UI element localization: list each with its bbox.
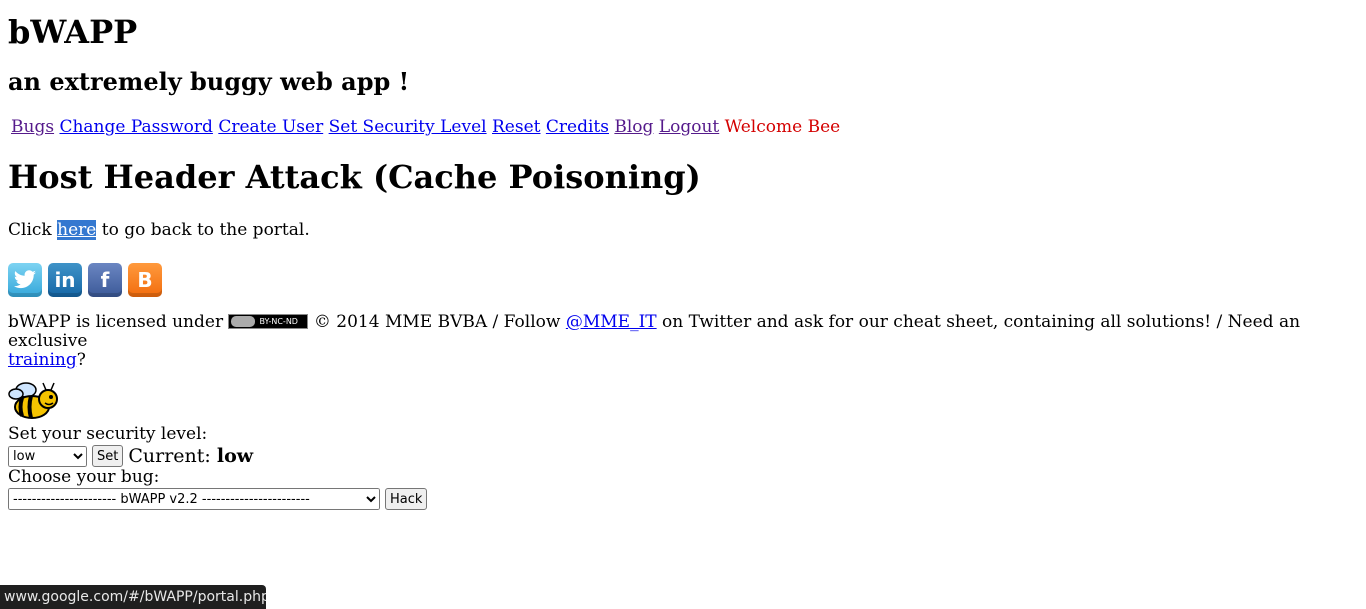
menu-credits[interactable]: Credits (546, 117, 609, 137)
cc-icon (231, 316, 256, 327)
here-link[interactable]: here (57, 220, 97, 240)
cc-license-badge[interactable]: BY-NC-ND (228, 314, 309, 329)
license-text: bWAPP is licensed under BY-NC-ND © 2014 … (8, 313, 1358, 370)
menu-blog[interactable]: Blog (614, 117, 653, 137)
back-suffix: to go back to the portal. (101, 220, 310, 240)
choose-bug-label: Choose your bug: (8, 467, 160, 487)
twitter-icon[interactable] (8, 263, 42, 297)
social-links: in f B (8, 263, 1358, 299)
question-mark: ? (76, 350, 86, 370)
blogger-icon[interactable]: B (128, 263, 162, 297)
security-level-label: Set your security level: (8, 424, 208, 444)
security-level-select[interactable]: low (8, 445, 87, 467)
menu-reset[interactable]: Reset (492, 117, 540, 137)
current-level: Current: low (128, 444, 254, 467)
current-label: Current: (128, 444, 211, 467)
welcome-text: Welcome Bee (724, 117, 841, 137)
page: bWAPP an extremely buggy web app ! Bugs … (0, 0, 1366, 510)
set-button[interactable]: Set (92, 445, 124, 467)
menu-logout[interactable]: Logout (659, 117, 719, 137)
menu-set-security-level[interactable]: Set Security Level (329, 117, 487, 137)
security-form: Set your security level: low Set Current… (8, 424, 1358, 510)
cc-badge-text: BY-NC-ND (259, 317, 298, 326)
facebook-icon[interactable]: f (88, 263, 122, 297)
linkedin-icon[interactable]: in (48, 263, 82, 297)
license-prefix: bWAPP is licensed under (8, 312, 224, 332)
menu-bugs[interactable]: Bugs (11, 117, 54, 137)
hack-button[interactable]: Hack (385, 488, 428, 510)
bee-logo-icon (8, 380, 60, 422)
twitter-handle-link[interactable]: @MME_IT (566, 312, 657, 332)
back-to-portal: Click here to go back to the portal. (8, 219, 1358, 241)
menu-change-password[interactable]: Change Password (59, 117, 212, 137)
bug-title: Host Header Attack (Cache Poisoning) (8, 158, 701, 196)
status-bar-url: www.google.com/#/bWAPP/portal.php (0, 585, 266, 609)
app-title: bWAPP (8, 13, 138, 51)
training-link[interactable]: training (8, 350, 77, 370)
license-middle: © 2014 MME BVBA / Follow (313, 312, 561, 332)
top-menu: Bugs Change Password Create User Set Sec… (8, 116, 1358, 138)
current-value: low (216, 444, 254, 467)
app-subtitle: an extremely buggy web app ! (8, 67, 410, 96)
bug-select[interactable]: ---------------------- bWAPP v2.2 ------… (8, 488, 380, 510)
menu-create-user[interactable]: Create User (218, 117, 323, 137)
back-prefix: Click (8, 220, 52, 240)
